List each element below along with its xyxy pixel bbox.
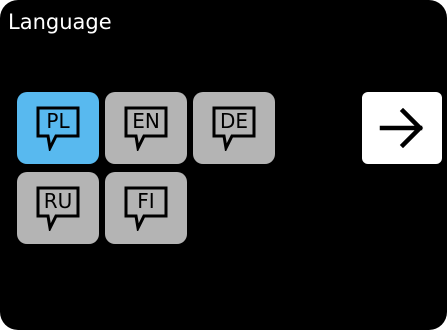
- language-code: EN: [132, 109, 160, 133]
- language-button-en[interactable]: EN: [105, 92, 187, 164]
- next-button[interactable]: [362, 92, 442, 164]
- language-screen: Language PL EN DE RU FI: [0, 0, 447, 330]
- language-button-de[interactable]: DE: [193, 92, 275, 164]
- arrow-right-icon: [379, 108, 424, 148]
- language-button-fi[interactable]: FI: [105, 172, 187, 244]
- language-code: FI: [137, 189, 155, 213]
- language-code: PL: [46, 109, 70, 133]
- language-code: DE: [219, 109, 249, 133]
- screen-title: Language: [8, 10, 112, 34]
- language-code: RU: [43, 189, 73, 213]
- language-button-ru[interactable]: RU: [17, 172, 99, 244]
- language-button-pl[interactable]: PL: [17, 92, 99, 164]
